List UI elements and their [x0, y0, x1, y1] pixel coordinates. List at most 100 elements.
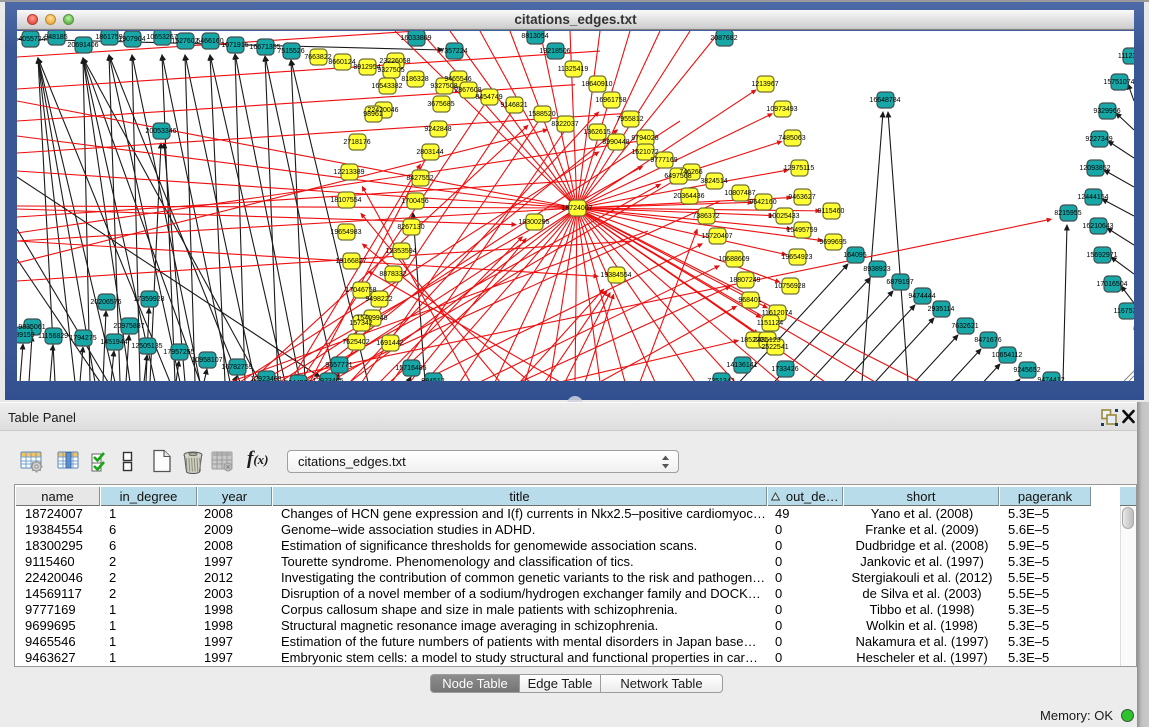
svg-text:14136141: 14136141 [726, 362, 757, 369]
svg-text:20364436: 20364436 [673, 193, 704, 200]
svg-text:17046758: 17046758 [345, 287, 376, 294]
svg-text:9474444: 9474444 [908, 293, 935, 300]
svg-text:1112384: 1112384 [1118, 53, 1134, 60]
svg-text:10688609: 10688609 [718, 256, 749, 263]
svg-text:12923465: 12923465 [312, 378, 343, 381]
svg-text:8938923: 8938923 [863, 266, 890, 273]
svg-text:9498222: 9498222 [365, 296, 392, 303]
svg-text:1733426: 1733426 [771, 366, 798, 373]
svg-text:8660124: 8660124 [328, 59, 355, 66]
svg-text:16210643: 16210643 [1082, 223, 1113, 230]
svg-text:9463627: 9463627 [788, 194, 815, 201]
svg-text:1621072: 1621072 [631, 149, 658, 156]
svg-text:15720407: 15720407 [701, 233, 732, 240]
svg-text:12213389: 12213389 [333, 169, 364, 176]
svg-text:19654983: 19654983 [330, 229, 361, 236]
svg-text:19654923: 19654923 [781, 254, 812, 261]
svg-text:12444154: 12444154 [1077, 194, 1108, 201]
svg-text:18300295: 18300295 [518, 219, 549, 226]
svg-text:1071915: 1071915 [221, 42, 248, 49]
svg-text:6879197: 6879197 [886, 279, 913, 286]
svg-text:8990448: 8990448 [602, 139, 629, 146]
svg-text:8471676: 8471676 [974, 337, 1001, 344]
svg-text:2485123: 2485123 [753, 337, 780, 344]
svg-text:9474412: 9474412 [1037, 377, 1064, 381]
svg-text:8215955: 8215955 [1054, 210, 1081, 217]
svg-text:20691406: 20691406 [67, 42, 98, 49]
svg-text:2803144: 2803144 [416, 149, 443, 156]
svg-text:9327505: 9327505 [377, 67, 404, 74]
svg-text:15716485: 15716485 [395, 365, 426, 372]
svg-text:2935114: 2935114 [928, 306, 955, 313]
svg-text:8186328: 8186328 [401, 76, 428, 83]
svg-text:3824514: 3824514 [700, 178, 727, 185]
svg-text:12923468: 12923468 [250, 376, 281, 381]
svg-text:2867608: 2867608 [454, 87, 481, 94]
svg-text:23226058: 23226058 [379, 58, 410, 65]
svg-text:9146821: 9146821 [500, 102, 527, 109]
svg-text:12975115: 12975115 [784, 165, 815, 172]
svg-text:1700456: 1700456 [401, 198, 428, 205]
svg-text:1451944: 1451944 [100, 339, 127, 346]
svg-text:9777169: 9777169 [650, 157, 677, 164]
svg-text:1691442: 1691442 [376, 340, 403, 347]
svg-text:8944592: 8944592 [284, 380, 311, 381]
svg-text:157342: 157342 [349, 320, 372, 327]
svg-text:9699695: 9699695 [819, 239, 846, 246]
svg-text:9329966: 9329966 [1093, 108, 1120, 115]
svg-text:16671355: 16671355 [249, 44, 280, 51]
svg-text:8878332: 8878332 [379, 271, 406, 278]
svg-text:15692971: 15692971 [1086, 252, 1117, 259]
svg-text:10958107: 10958107 [191, 357, 222, 364]
svg-text:17359928: 17359928 [133, 296, 164, 303]
svg-text:17957255: 17957255 [163, 349, 194, 356]
svg-text:164095: 164095 [843, 252, 866, 259]
svg-text:15751074: 15751074 [1103, 79, 1134, 86]
svg-text:2087682: 2087682 [710, 35, 737, 42]
svg-text:2522541: 2522541 [761, 344, 788, 351]
svg-text:11156829: 11156829 [38, 333, 68, 340]
svg-text:20975887: 20975887 [113, 323, 144, 330]
svg-text:7955812: 7955812 [616, 116, 643, 123]
svg-text:8454749: 8454749 [475, 94, 502, 101]
svg-text:9242848: 9242848 [424, 126, 451, 133]
svg-text:8813054: 8813054 [521, 33, 548, 40]
svg-text:20206576: 20206576 [90, 299, 121, 306]
svg-text:19384554: 19384554 [600, 272, 631, 279]
svg-text:2718176: 2718176 [343, 139, 370, 146]
svg-text:6466160: 6466160 [196, 38, 223, 45]
svg-text:16782759: 16782759 [221, 364, 252, 371]
svg-text:968401: 968401 [738, 297, 761, 304]
svg-text:98961: 98961 [363, 111, 383, 118]
svg-text:1794275: 1794275 [69, 335, 96, 342]
svg-text:7625402: 7625402 [342, 339, 369, 346]
svg-text:10807487: 10807487 [724, 190, 755, 197]
svg-text:984512: 984512 [421, 378, 444, 381]
svg-text:16543382: 16543382 [371, 83, 402, 90]
svg-text:7357224: 7357224 [440, 48, 467, 55]
svg-text:9642160: 9642160 [749, 199, 776, 206]
svg-text:1213967: 1213967 [751, 81, 778, 88]
svg-text:7485063: 7485063 [778, 135, 805, 142]
svg-text:18807249: 18807249 [729, 277, 760, 284]
svg-text:18107554: 18107554 [330, 197, 361, 204]
svg-text:9115460: 9115460 [818, 208, 845, 215]
svg-text:10654112: 10654112 [992, 352, 1023, 359]
svg-text:12353594: 12353594 [385, 248, 416, 255]
svg-text:1588520: 1588520 [528, 111, 555, 118]
svg-text:15495759: 15495759 [786, 227, 817, 234]
svg-text:16961758: 16961758 [595, 97, 626, 104]
svg-text:11612074: 11612074 [762, 310, 793, 317]
svg-text:20053346: 20053346 [145, 128, 176, 135]
svg-text:11325419: 11325419 [558, 66, 589, 73]
svg-text:1167533: 1167533 [1114, 308, 1134, 315]
svg-text:3675685: 3675685 [427, 101, 454, 108]
svg-text:8427552: 8427552 [406, 175, 433, 182]
svg-text:789159: 789159 [17, 332, 35, 339]
svg-text:7351342: 7351342 [707, 378, 734, 381]
svg-text:16033809: 16033809 [400, 35, 431, 42]
svg-text:9245652: 9245652 [1013, 367, 1040, 374]
svg-text:12093852: 12093852 [1079, 165, 1110, 172]
svg-text:19218506: 19218506 [539, 48, 570, 55]
svg-text:10025433: 10025433 [768, 213, 799, 220]
